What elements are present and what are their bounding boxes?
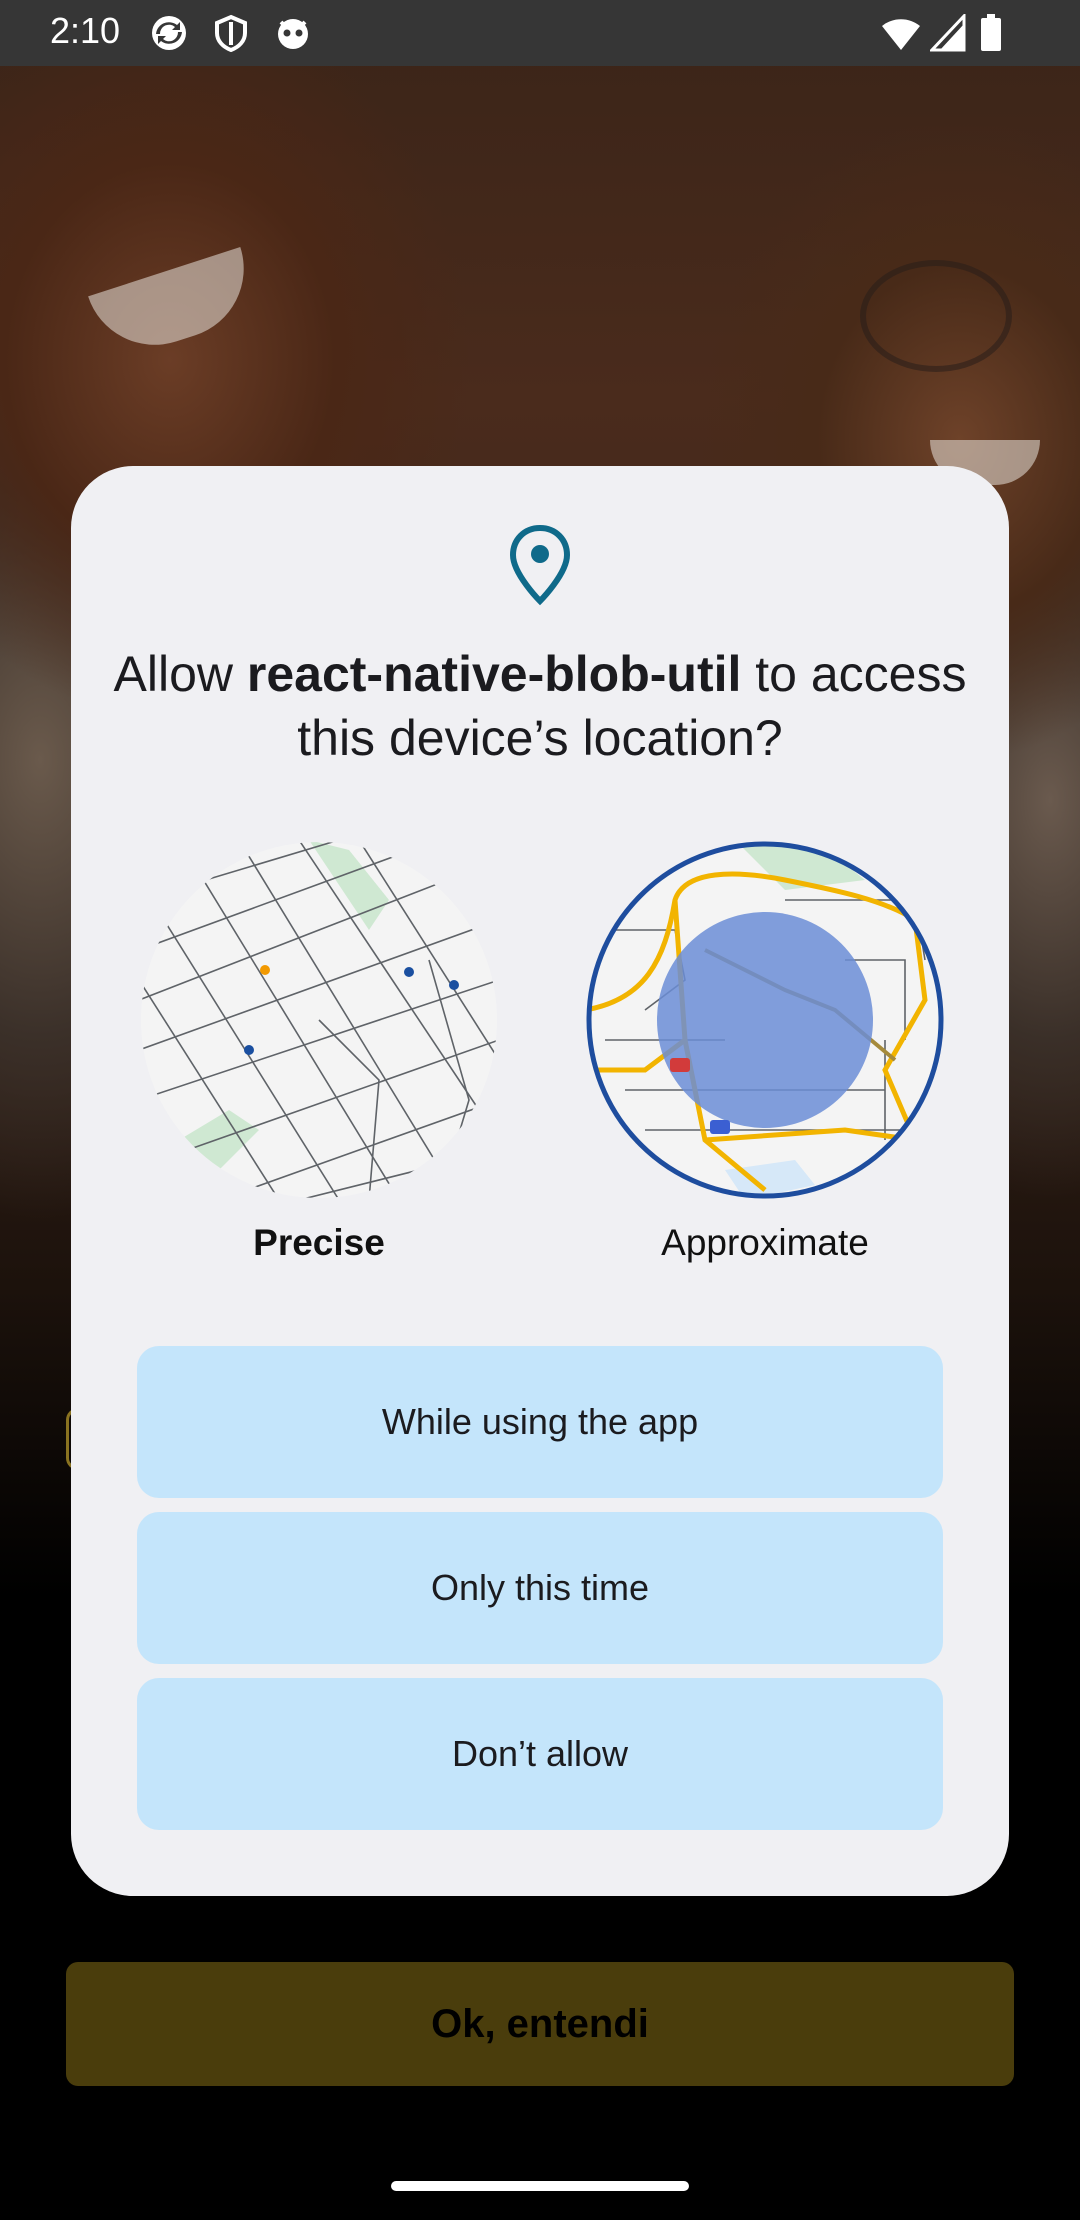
battery-icon bbox=[981, 14, 1001, 51]
dont-allow-label: Don’t allow bbox=[451, 1733, 629, 1774]
approximate-label: Approximate bbox=[661, 1222, 869, 1263]
approximate-option[interactable]: Approximate bbox=[585, 840, 945, 1264]
ok-entendi-button[interactable]: Ok, entendi bbox=[66, 1962, 1014, 2086]
wifi-icon bbox=[882, 19, 920, 50]
sync-app-icon bbox=[152, 16, 186, 50]
only-this-time-label: Only this time bbox=[430, 1567, 650, 1608]
while-using-app-button[interactable]: While using the app bbox=[137, 1346, 943, 1498]
title-prefix: Allow bbox=[113, 646, 247, 702]
status-bar: 2:10 bbox=[0, 0, 1080, 66]
precise-option[interactable]: Precise bbox=[139, 840, 499, 1264]
background-photo-detail bbox=[860, 260, 1012, 372]
ok-entendi-label: Ok, entendi bbox=[431, 2001, 649, 2046]
app-name: react-native-blob-util bbox=[246, 646, 742, 702]
precise-map-icon bbox=[141, 842, 497, 1198]
precise-label: Precise bbox=[253, 1222, 385, 1263]
notification-app-icon bbox=[278, 19, 308, 49]
shield-icon bbox=[215, 14, 247, 52]
cell-signal-icon bbox=[930, 14, 966, 52]
approximate-map-icon bbox=[586, 841, 944, 1199]
only-this-time-button[interactable]: Only this time bbox=[137, 1512, 943, 1664]
location-pin-icon bbox=[509, 524, 571, 606]
while-using-app-label: While using the app bbox=[381, 1401, 699, 1442]
gesture-nav-handle[interactable] bbox=[391, 2181, 689, 2191]
dialog-title: Allow react-native-blob-util to access t… bbox=[111, 642, 969, 770]
dont-allow-button[interactable]: Don’t allow bbox=[137, 1678, 943, 1830]
location-permission-dialog: Allow react-native-blob-util to access t… bbox=[71, 466, 1009, 1896]
status-time: 2:10 bbox=[50, 10, 121, 51]
